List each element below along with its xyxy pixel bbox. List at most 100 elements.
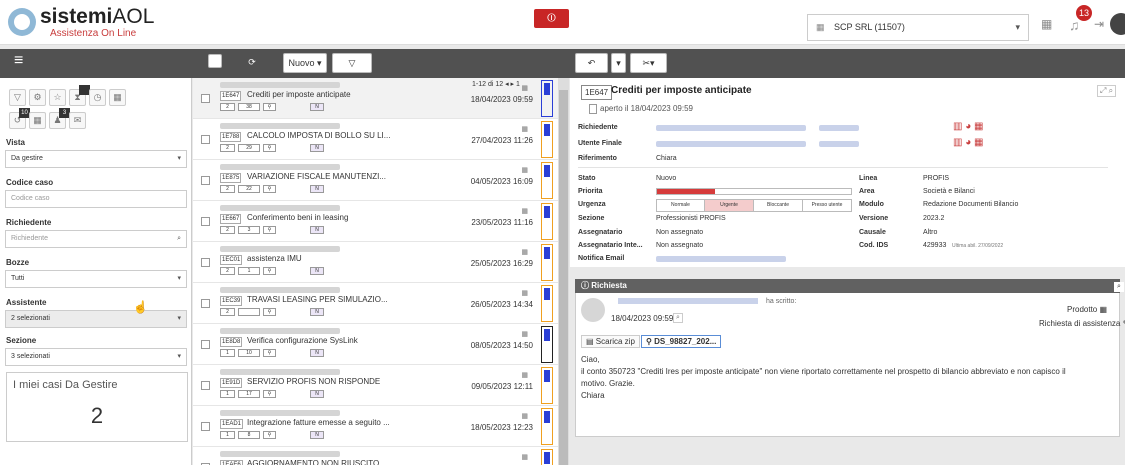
help-circle-icon: ⓘ [581,281,592,290]
row-date: 04/05/2023 16:09 [470,177,533,186]
row-messages: 1 [238,267,260,275]
table-row[interactable]: 1E788 CALCOLO IMPOSTA DI BOLLO SU LI... 2 2… [193,119,558,160]
table-row[interactable]: 1E91D SERVIZIO PROFIS NON RISPONDE 1 17 ⚲ N ▦ 0… [193,365,558,406]
bozze-select[interactable]: Tutti ▾ [5,270,187,288]
row-checkbox[interactable] [201,422,210,431]
contact-icons-2[interactable]: ▥ ◕ ▦ [953,137,984,148]
logo-subtitle: Assistenza On Line [50,28,137,39]
priority-flag-fill [544,370,550,382]
causale-value: Altro [923,229,938,236]
urgency-option[interactable]: Presso utente [803,200,851,211]
priority-bar[interactable] [656,188,852,195]
area-label: Area [859,188,875,195]
area-value: Società e Bilanci [923,188,975,195]
refresh-icon[interactable]: ⟳ [230,53,274,73]
link-icon: ⚲ [263,431,276,439]
row-checkbox[interactable] [201,340,210,349]
row-count: 2 [220,308,235,316]
grid-icon[interactable]: ▦ [29,112,46,129]
table-row[interactable]: 1E667 Conferimento beni in leasing 2 3 ⚲ N ▦ 23… [193,201,558,242]
row-checkbox[interactable] [201,299,210,308]
company-select[interactable]: ▦ SCP SRL (11507) ▾ [807,14,1029,41]
my-cases-widget[interactable]: I miei casi Da Gestire 2 [6,372,188,442]
row-checkbox[interactable] [201,258,210,267]
archive-icon: ▤ [586,337,596,346]
row-title: Conferimento beni in leasing [247,213,349,222]
richiedente-input[interactable]: Richiedente ⌕ [5,230,187,248]
row-code: 1E647 [220,91,242,101]
table-row[interactable]: 1EAD1 Integrazione fatture emesse a segui… [193,406,558,447]
vista-select[interactable]: Da gestire ▾ [5,150,187,168]
select-all-checkbox[interactable] [208,54,222,68]
row-checkbox[interactable] [201,176,210,185]
priority-flag [541,326,553,363]
row-checkbox[interactable] [201,381,210,390]
paperclip-icon: ⚲ [646,337,655,346]
attachment-link[interactable]: ⚲ DS_98827_202... [641,335,722,348]
sezione-select[interactable]: 3 selezionati ▾ [5,348,187,366]
table-row[interactable]: 1E875 VARIAZIONE FISCALE MANUTENZI... 2 22 ⚲… [193,160,558,201]
table-row[interactable]: 1EC01 assistenza IMU 2 1 ⚲ N ▦ 25/05/2023 16:29 [193,242,558,283]
urgency-option[interactable]: Normale [657,200,705,211]
tools-menu-button[interactable]: ✂▾ [630,53,667,73]
bozze-label: Bozze [6,258,30,267]
download-zip-button[interactable]: ▤ Scarica zip [581,335,640,348]
notifications-icon[interactable]: ♫ [1069,17,1080,33]
priority-flag-fill [544,288,550,300]
star-icon[interactable]: ☆ [49,89,66,106]
avatar [581,298,605,322]
expand-icon[interactable]: ⤢ ⌕ [1097,85,1117,97]
richiedente-label: Richiedente [578,124,618,131]
new-button[interactable]: Nuovo ▾ [283,53,327,73]
reply-icon[interactable]: ↶ [575,53,608,73]
calendar-icon: ▦ [521,413,528,420]
logo-text[interactable]: sistemiAOL [40,5,154,29]
mail-icon[interactable]: ✉ [69,112,86,129]
table-row[interactable]: 1EAE6AGGIORNAMENTO NON RIUSCITO⚲N▦19/05/… [193,447,558,465]
urgency-option-selected[interactable]: Urgente [705,200,754,211]
hamburger-menu-icon[interactable]: ≡ [14,52,23,70]
riferimento-value: Chiara [656,155,677,162]
table-row[interactable]: 1E8D8 Verifica configurazione SysLink 1 10 ⚲… [193,324,558,365]
filter-icon[interactable]: ▽ [9,89,26,106]
reply-dropdown-button[interactable]: ▾ [611,53,626,73]
assegnatario-label: Assegnatario [578,229,623,236]
list-scrollbar-thumb[interactable] [559,90,568,465]
logout-icon[interactable]: ⇥ [1094,17,1104,31]
row-checkbox[interactable] [201,135,210,144]
table-row[interactable]: 1EC39 TRAVASI LEASING PER SIMULAZIO... 2 ⚲ N… [193,283,558,324]
row-count: 1 [220,431,235,439]
assistente-label: Assistente [6,298,47,307]
power-icon[interactable]: ⏼ [534,9,569,28]
assistente-select[interactable]: 2 selezionati ▾ [5,310,187,328]
urgency-selector[interactable]: Normale Urgente Bloccante Presso utente [656,199,852,212]
filter-icon[interactable]: ▽ [332,53,372,73]
calendar-icon: ▦ [521,249,528,256]
priorita-label: Priorita [578,188,603,195]
modulo-value: Redazione Documenti Bilancio [923,201,1019,208]
clock-icon[interactable]: ◷ [89,89,106,106]
stato-value: Nuovo [656,175,677,182]
urgency-option[interactable]: Bloccante [754,200,803,211]
request-header[interactable]: ⓘ Richiesta [575,279,1120,293]
calendar-icon[interactable]: ▦ [109,89,126,106]
row-code: 1EAE6 [220,460,243,465]
settings-icon[interactable]: ⚙ [29,89,46,106]
calendar-icon: ▦ [521,208,528,215]
codice-input[interactable]: Codice caso [5,190,187,208]
logo-icon [8,8,36,36]
row-title: Integrazione fatture emesse a seguito ..… [247,418,390,427]
chevron-down-icon: ▾ [177,275,181,282]
search-icon[interactable]: ⌕ [1114,282,1124,292]
row-code: 1E875 [220,173,242,183]
row-checkbox[interactable] [201,94,210,103]
request-text-line: Ciao, [581,355,600,364]
avatar[interactable] [1110,13,1125,35]
codids-label: Cod. IDS [859,242,889,249]
contact-icons[interactable]: ▥ ◕ ▦ [953,121,984,132]
apps-grid-icon[interactable]: ▦ [1041,17,1052,31]
search-icon[interactable]: ⌕ [673,313,683,323]
row-checkbox[interactable] [201,217,210,226]
notifica-label: Notifica Email [578,255,625,262]
stato-label: Stato [578,175,596,182]
